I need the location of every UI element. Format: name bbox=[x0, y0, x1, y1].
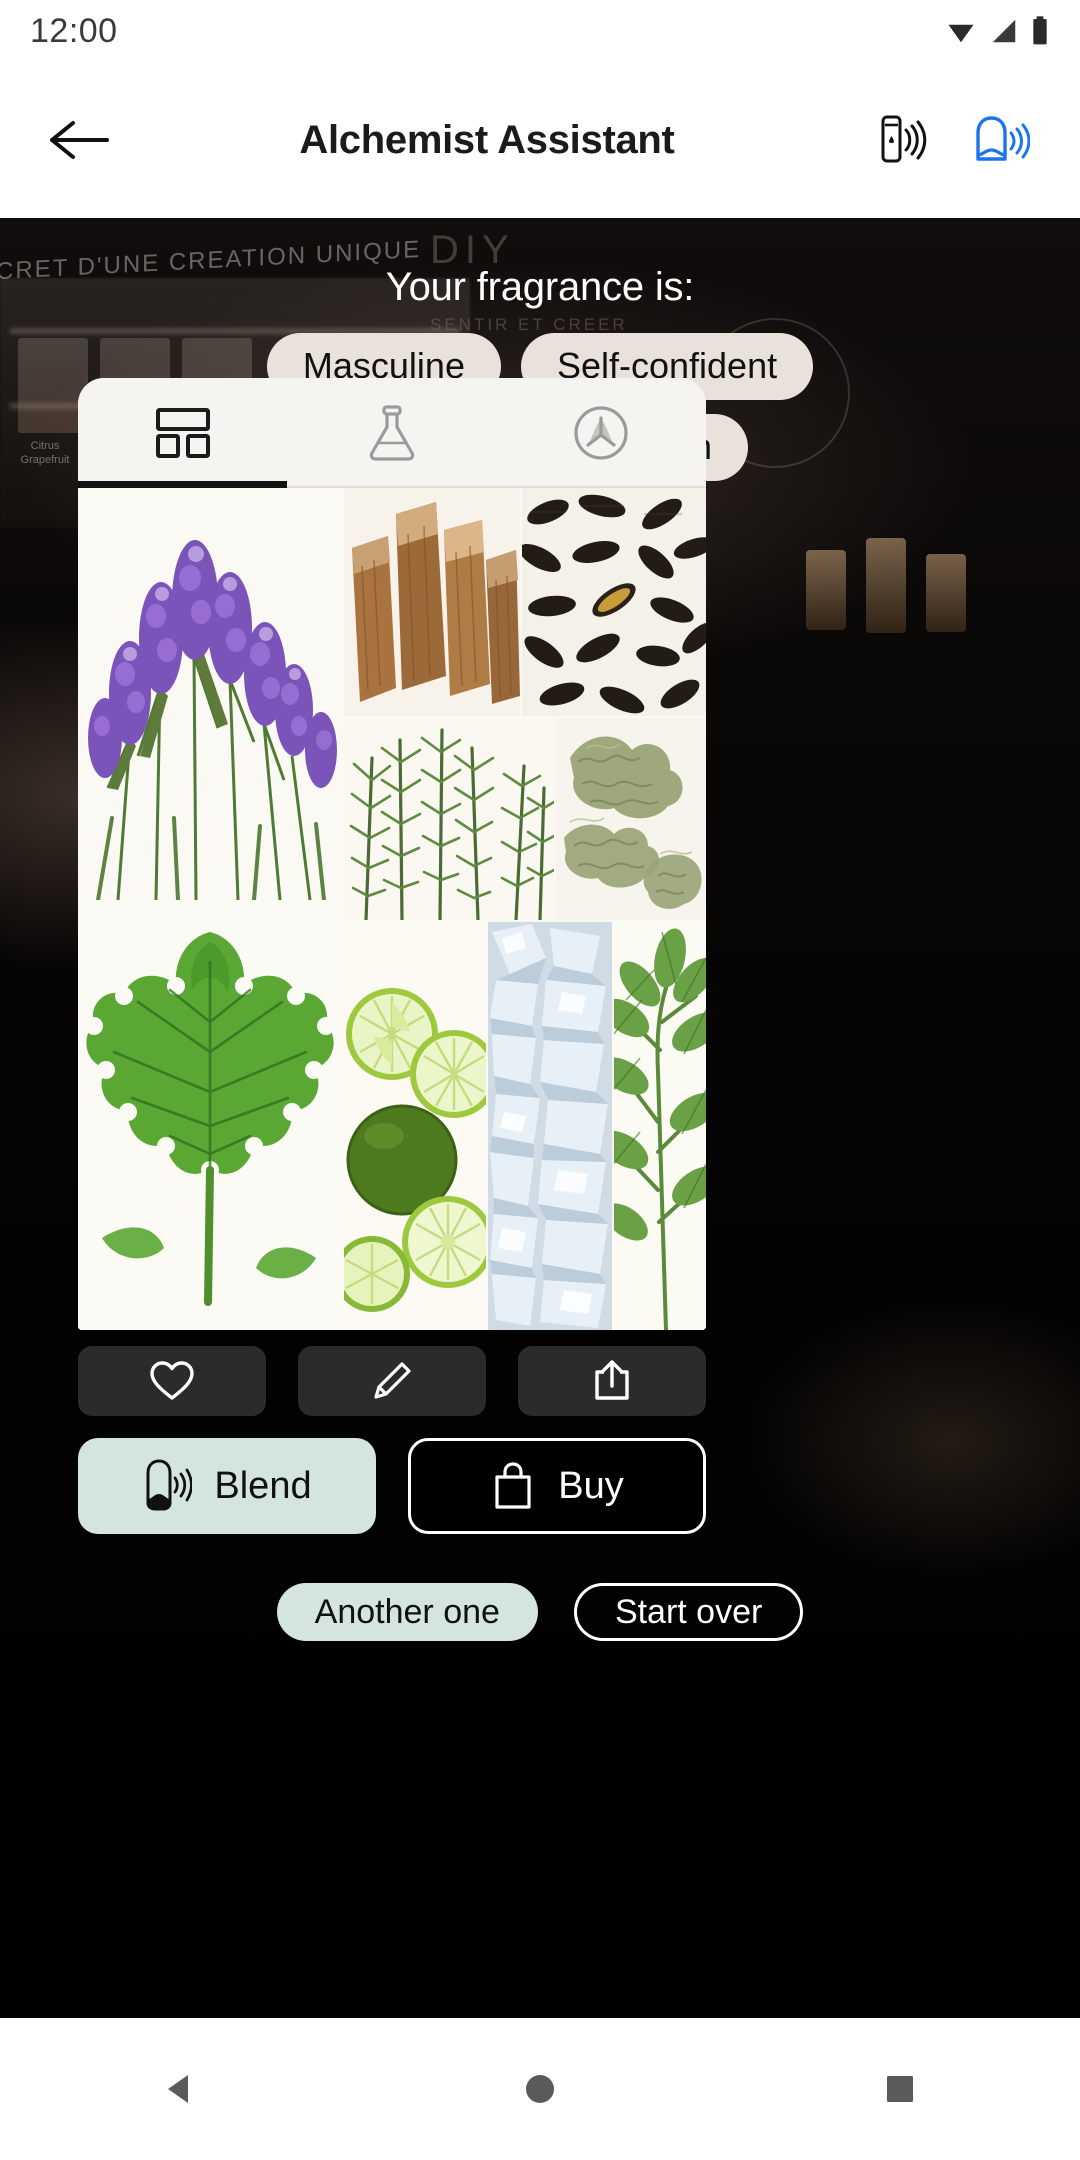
phone-screen: 12:00 Alchemist Assistant SECRET D'UNE C… bbox=[0, 0, 1080, 2160]
nav-recents[interactable] bbox=[830, 2039, 970, 2139]
diffuser-device-button[interactable] bbox=[966, 107, 1032, 173]
ingredient-geranium-leaf[interactable] bbox=[78, 902, 342, 1330]
tab-notes[interactable] bbox=[497, 378, 706, 488]
backdrop-bottle bbox=[806, 550, 846, 630]
ingredient-tonka-beans[interactable] bbox=[522, 488, 706, 716]
page-title: Alchemist Assistant bbox=[299, 117, 675, 162]
card-tab-bar bbox=[78, 378, 706, 488]
tonka-beans-image bbox=[522, 488, 706, 716]
rosemary-image bbox=[344, 718, 554, 920]
backdrop-bottle bbox=[926, 554, 966, 632]
diffuser-device-icon bbox=[146, 1459, 193, 1511]
status-bar: 12:00 bbox=[0, 0, 1080, 62]
signal-icon bbox=[992, 19, 1016, 43]
wifi-icon bbox=[948, 24, 974, 43]
blend-button-label: Blend bbox=[214, 1464, 312, 1507]
home-circle-icon bbox=[526, 2075, 554, 2103]
ingredient-oakmoss[interactable] bbox=[556, 718, 706, 920]
status-time: 12:00 bbox=[30, 11, 118, 50]
ingredient-ice[interactable] bbox=[488, 922, 612, 1330]
share-button[interactable] bbox=[518, 1346, 706, 1416]
cedarwood-image bbox=[344, 488, 520, 716]
favorite-button[interactable] bbox=[78, 1346, 266, 1416]
app-bar-actions bbox=[868, 107, 1038, 173]
nav-back[interactable] bbox=[110, 2039, 250, 2139]
android-nav-bar bbox=[0, 2018, 1080, 2160]
sage-image bbox=[614, 922, 706, 1330]
primary-action-row: Blend Buy bbox=[78, 1438, 706, 1534]
tab-active-indicator bbox=[78, 481, 287, 488]
back-triangle-icon bbox=[168, 2075, 188, 2103]
another-one-button[interactable]: Another one bbox=[276, 1583, 538, 1641]
hero-title: Your fragrance is: bbox=[385, 265, 695, 309]
fragrance-result-card bbox=[78, 378, 706, 1330]
diffuser-device-icon bbox=[976, 116, 1030, 161]
tab-composition[interactable] bbox=[78, 378, 287, 488]
ingredient-sage[interactable] bbox=[614, 922, 706, 1330]
scent-stick-device-icon bbox=[881, 115, 927, 163]
blend-button[interactable]: Blend bbox=[78, 1438, 376, 1534]
scent-stick-device-button[interactable] bbox=[868, 107, 934, 173]
molecule-circle-icon bbox=[574, 406, 628, 460]
nav-home[interactable] bbox=[470, 2039, 610, 2139]
flask-icon bbox=[369, 405, 415, 461]
hero-section: SECRET D'UNE CREATION UNIQUE DIY SENTIR … bbox=[0, 218, 1080, 2018]
edit-button[interactable] bbox=[298, 1346, 486, 1416]
recents-square-icon bbox=[887, 2076, 913, 2102]
card-action-buttons bbox=[78, 1346, 706, 1416]
status-icons bbox=[944, 15, 1050, 47]
ingredient-rosemary[interactable] bbox=[344, 718, 554, 920]
shopping-bag-icon bbox=[495, 1462, 531, 1509]
secondary-action-row: Another one Start over bbox=[0, 1583, 1080, 1641]
battery-icon bbox=[1033, 16, 1047, 45]
share-icon bbox=[595, 1360, 629, 1400]
start-over-button[interactable]: Start over bbox=[573, 1583, 804, 1641]
back-arrow-icon bbox=[50, 121, 109, 159]
app-bar: Alchemist Assistant bbox=[0, 62, 1080, 218]
pencil-icon bbox=[374, 1362, 411, 1399]
ingredient-bergamot-lime[interactable] bbox=[344, 922, 486, 1330]
tab-formula[interactable] bbox=[287, 378, 496, 488]
heart-icon bbox=[150, 1361, 194, 1400]
buy-button-label: Buy bbox=[558, 1464, 624, 1507]
ingredient-mosaic bbox=[78, 488, 706, 1330]
geranium-leaf-image bbox=[78, 902, 342, 1330]
buy-button[interactable]: Buy bbox=[408, 1438, 706, 1534]
backdrop-bottle bbox=[866, 538, 906, 633]
backdrop-sentir-label: SENTIR ET CREER bbox=[430, 315, 628, 334]
back-button[interactable] bbox=[42, 103, 116, 177]
oakmoss-image bbox=[556, 718, 706, 920]
lavender-image bbox=[78, 488, 342, 900]
grid-layout-icon bbox=[155, 408, 210, 458]
ingredient-lavender[interactable] bbox=[78, 488, 342, 900]
ice-image bbox=[488, 922, 612, 1330]
ingredient-cedarwood[interactable] bbox=[344, 488, 520, 716]
bergamot-lime-image bbox=[344, 922, 486, 1330]
